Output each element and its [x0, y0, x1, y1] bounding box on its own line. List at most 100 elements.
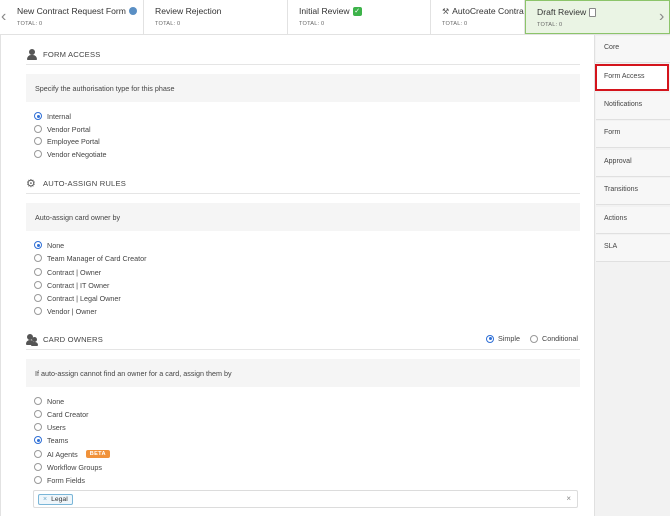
radio-button[interactable] [34, 281, 42, 289]
sidebar-item-sla[interactable]: SLA [596, 235, 670, 262]
phase-bar: ‹ New Contract Request Form TOTAL: 0 Rev… [0, 0, 670, 35]
form-access-header: FORM ACCESS [26, 45, 580, 65]
remove-chip-icon[interactable]: × [43, 496, 47, 503]
radio-button[interactable] [34, 410, 42, 418]
radio-internal[interactable]: Internal [34, 111, 71, 121]
sidebar-item-notifications[interactable]: Notifications [596, 93, 670, 120]
radio-employee-portal[interactable]: Employee Portal [34, 136, 100, 146]
radio-button[interactable] [34, 307, 42, 315]
radio-label: None [47, 396, 65, 406]
phase-title: Initial Review [299, 6, 350, 16]
radio-none[interactable]: None [34, 240, 64, 250]
sidebar-item-core[interactable]: Core [596, 36, 670, 63]
mode-conditional[interactable]: Conditional [530, 334, 578, 343]
phase-title: New Contract Request Form [17, 6, 126, 16]
radio-button[interactable] [34, 436, 42, 444]
radio-label: Contract | Legal Owner [47, 293, 121, 303]
radio-button[interactable] [34, 423, 42, 431]
radio-button[interactable] [34, 476, 42, 484]
phase-draft-review[interactable]: Draft Review TOTAL: 0 [525, 0, 670, 34]
sidebar-item-form-access[interactable]: Form Access [595, 64, 669, 91]
globe-icon [128, 7, 137, 15]
radio-label: Card Creator [47, 409, 89, 419]
phase-total: TOTAL: 0 [299, 21, 325, 27]
radio-form-fields[interactable]: Form Fields [34, 475, 85, 485]
radio-label: Vendor Portal [47, 124, 91, 134]
phase-autocreate-contract[interactable]: ⚒AutoCreate Contract↻ TOTAL: 0 [431, 0, 525, 34]
mode-simple[interactable]: Simple [486, 334, 520, 343]
radio-vendor-enegotiate[interactable]: Vendor eNegotiate [34, 149, 107, 159]
sidebar-item-actions[interactable]: Actions [596, 207, 670, 234]
radio-button[interactable] [34, 268, 42, 276]
sidebar-item-transitions[interactable]: Transitions [596, 178, 670, 205]
radio-label: Teams [47, 435, 69, 445]
phase-title: Review Rejection [155, 6, 222, 16]
radio-vendor-portal[interactable]: Vendor Portal [34, 124, 91, 134]
tools-icon: ⚒ [442, 6, 450, 16]
phase-title: Draft Review [537, 7, 587, 17]
teams-select-input[interactable]: × Legal × [33, 490, 578, 508]
radio-label: Team Manager of Card Creator [47, 253, 147, 263]
phase-total: TOTAL: 0 [17, 21, 43, 27]
radio-owner-none[interactable]: None [34, 396, 64, 406]
radio-contract-owner[interactable]: Contract | Owner [34, 267, 101, 277]
gears-icon: ⚙ [26, 177, 36, 190]
chip-label: Legal [51, 496, 68, 503]
form-access-description: Specify the authorisation type for this … [26, 74, 580, 102]
radio-label: Internal [47, 111, 71, 121]
phase-new-contract-request-form[interactable]: New Contract Request Form TOTAL: 0 [6, 0, 144, 34]
beta-badge: BETA [85, 450, 110, 458]
document-icon [589, 7, 597, 17]
phase-total: TOTAL: 0 [155, 21, 181, 27]
sidebar-item-form[interactable]: Form [596, 121, 670, 148]
radio-teams[interactable]: Teams [34, 435, 68, 445]
settings-sidebar: Core Form Access Notifications Form Appr… [594, 35, 670, 516]
clear-icon[interactable]: × [566, 494, 571, 503]
radio-label: Users [47, 422, 66, 432]
phase-total: TOTAL: 0 [537, 22, 563, 28]
radio-button[interactable] [34, 463, 42, 471]
radio-label: Workflow Groups [47, 462, 102, 472]
radio-button[interactable] [34, 397, 42, 405]
users-icon [26, 333, 38, 346]
radio-button[interactable] [34, 294, 42, 302]
radio-team-manager[interactable]: Team Manager of Card Creator [34, 253, 146, 263]
section-title: FORM ACCESS [43, 50, 101, 59]
radio-contract-it-owner[interactable]: Contract | IT Owner [34, 280, 109, 290]
radio-label: Vendor eNegotiate [47, 149, 107, 159]
radio-button[interactable] [34, 125, 42, 133]
team-chip-legal: × Legal [38, 494, 73, 505]
phase-total: TOTAL: 0 [442, 21, 468, 27]
sidebar-item-approval[interactable]: Approval [596, 150, 670, 177]
radio-button[interactable] [34, 254, 42, 262]
radio-button[interactable] [34, 241, 42, 249]
radio-label: Vendor | Owner [47, 306, 97, 316]
radio-button[interactable] [486, 334, 494, 343]
radio-button[interactable] [34, 450, 42, 458]
radio-button[interactable] [34, 112, 42, 120]
radio-vendor-owner[interactable]: Vendor | Owner [34, 306, 97, 316]
chevron-right-icon[interactable]: › [659, 9, 664, 25]
radio-button[interactable] [34, 137, 42, 145]
radio-contract-legal-owner[interactable]: Contract | Legal Owner [34, 293, 121, 303]
section-title: AUTO-ASSIGN RULES [43, 179, 127, 188]
radio-label: Contract | Owner [47, 267, 102, 277]
user-icon [26, 48, 38, 61]
section-title: CARD OWNERS [43, 335, 103, 344]
radio-workflow-groups[interactable]: Workflow Groups [34, 462, 102, 472]
radio-ai-agents[interactable]: AI Agents BETA [34, 449, 110, 459]
radio-label: Conditional [542, 334, 578, 343]
radio-label: Employee Portal [47, 136, 100, 146]
phase-review-rejection[interactable]: Review Rejection TOTAL: 0 [144, 0, 288, 34]
phase-title: AutoCreate Contract [452, 6, 525, 16]
radio-card-creator[interactable]: Card Creator [34, 409, 89, 419]
card-owners-description: If auto-assign cannot find an owner for … [26, 359, 580, 387]
phase-settings-panel: FORM ACCESS Specify the authorisation ty… [0, 35, 594, 516]
radio-label: Contract | IT Owner [47, 280, 110, 290]
radio-button[interactable] [530, 334, 538, 343]
auto-assign-description: Auto-assign card owner by [26, 203, 580, 231]
phase-initial-review[interactable]: Initial Review ✓ TOTAL: 0 [288, 0, 431, 34]
radio-users[interactable]: Users [34, 422, 66, 432]
radio-label: None [47, 240, 65, 250]
radio-button[interactable] [34, 150, 42, 158]
